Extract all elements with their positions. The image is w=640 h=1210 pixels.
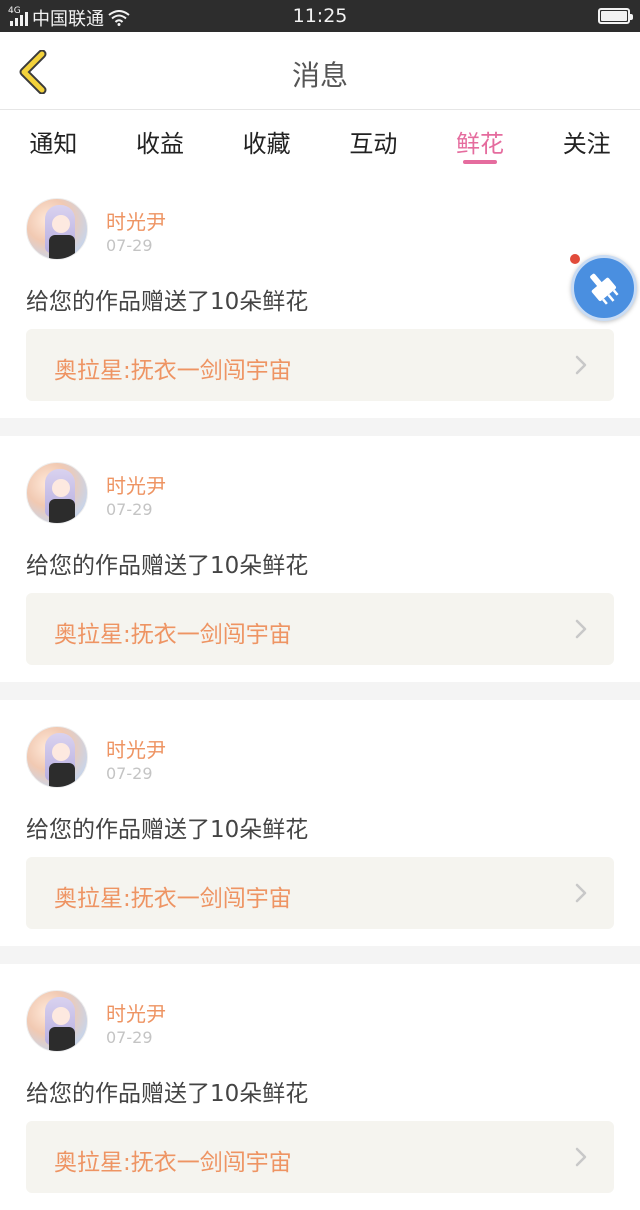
work-title: 奥拉星:抚衣一剑闯宇宙 bbox=[54, 622, 292, 648]
sender-name[interactable]: 时光尹 bbox=[106, 206, 166, 235]
avatar[interactable] bbox=[26, 990, 88, 1052]
work-title: 奥拉星:抚衣一剑闯宇宙 bbox=[54, 1150, 292, 1176]
nav-bar: 消息 bbox=[0, 32, 640, 110]
message-text: 给您的作品赠送了10朵鲜花 bbox=[26, 1081, 309, 1107]
message-date: 07-29 bbox=[106, 500, 153, 519]
broom-icon bbox=[590, 273, 619, 305]
chevron-right-icon bbox=[575, 619, 587, 639]
sender-name[interactable]: 时光尹 bbox=[106, 998, 166, 1027]
chevron-right-icon bbox=[575, 883, 587, 903]
avatar[interactable] bbox=[26, 198, 88, 260]
message-text: 给您的作品赠送了10朵鲜花 bbox=[26, 289, 309, 315]
message-text: 给您的作品赠送了10朵鲜花 bbox=[26, 817, 309, 843]
tab-interactions[interactable]: 互动 bbox=[320, 110, 427, 172]
notification-dot bbox=[570, 254, 580, 264]
message-list: 时光尹 07-29 给您的作品赠送了10朵鲜花 奥拉星:抚衣一剑闯宇宙 时光尹 … bbox=[0, 172, 640, 1210]
card-separator bbox=[0, 418, 640, 436]
avatar[interactable] bbox=[26, 462, 88, 524]
floating-assistant-button[interactable] bbox=[571, 255, 637, 321]
sender-name[interactable]: 时光尹 bbox=[106, 734, 166, 763]
avatar[interactable] bbox=[26, 726, 88, 788]
work-title: 奥拉星:抚衣一剑闯宇宙 bbox=[54, 886, 292, 912]
status-time: 11:25 bbox=[292, 5, 348, 27]
sender-name[interactable]: 时光尹 bbox=[106, 470, 166, 499]
work-link[interactable]: 奥拉星:抚衣一剑闯宇宙 bbox=[26, 593, 614, 665]
tab-following[interactable]: 关注 bbox=[533, 110, 640, 172]
message-date: 07-29 bbox=[106, 1028, 153, 1047]
work-link[interactable]: 奥拉星:抚衣一剑闯宇宙 bbox=[26, 857, 614, 929]
battery-icon bbox=[598, 8, 633, 24]
message-card: 时光尹 07-29 给您的作品赠送了10朵鲜花 奥拉星:抚衣一剑闯宇宙 bbox=[0, 436, 640, 682]
work-link[interactable]: 奥拉星:抚衣一剑闯宇宙 bbox=[26, 329, 614, 401]
status-bar: 4G 中国联通 11:25 bbox=[0, 0, 640, 32]
tab-flowers[interactable]: 鲜花 bbox=[427, 110, 534, 172]
chevron-right-icon bbox=[575, 1147, 587, 1167]
tab-bar: 通知 收益 收藏 互动 鲜花 关注 bbox=[0, 110, 640, 172]
page-title: 消息 bbox=[291, 59, 348, 92]
message-card: 时光尹 07-29 给您的作品赠送了10朵鲜花 奥拉星:抚衣一剑闯宇宙 bbox=[0, 964, 640, 1210]
message-card: 时光尹 07-29 给您的作品赠送了10朵鲜花 奥拉星:抚衣一剑闯宇宙 bbox=[0, 172, 640, 418]
message-text: 给您的作品赠送了10朵鲜花 bbox=[26, 553, 309, 579]
work-link[interactable]: 奥拉星:抚衣一剑闯宇宙 bbox=[26, 1121, 614, 1193]
message-date: 07-29 bbox=[106, 236, 153, 255]
card-separator bbox=[0, 946, 640, 964]
tab-earnings[interactable]: 收益 bbox=[107, 110, 214, 172]
chevron-right-icon bbox=[575, 355, 587, 375]
tab-notifications[interactable]: 通知 bbox=[0, 110, 107, 172]
card-separator bbox=[0, 682, 640, 700]
work-title: 奥拉星:抚衣一剑闯宇宙 bbox=[54, 358, 292, 384]
message-card: 时光尹 07-29 给您的作品赠送了10朵鲜花 奥拉星:抚衣一剑闯宇宙 bbox=[0, 700, 640, 946]
tab-favorites[interactable]: 收藏 bbox=[213, 110, 320, 172]
message-date: 07-29 bbox=[106, 764, 153, 783]
